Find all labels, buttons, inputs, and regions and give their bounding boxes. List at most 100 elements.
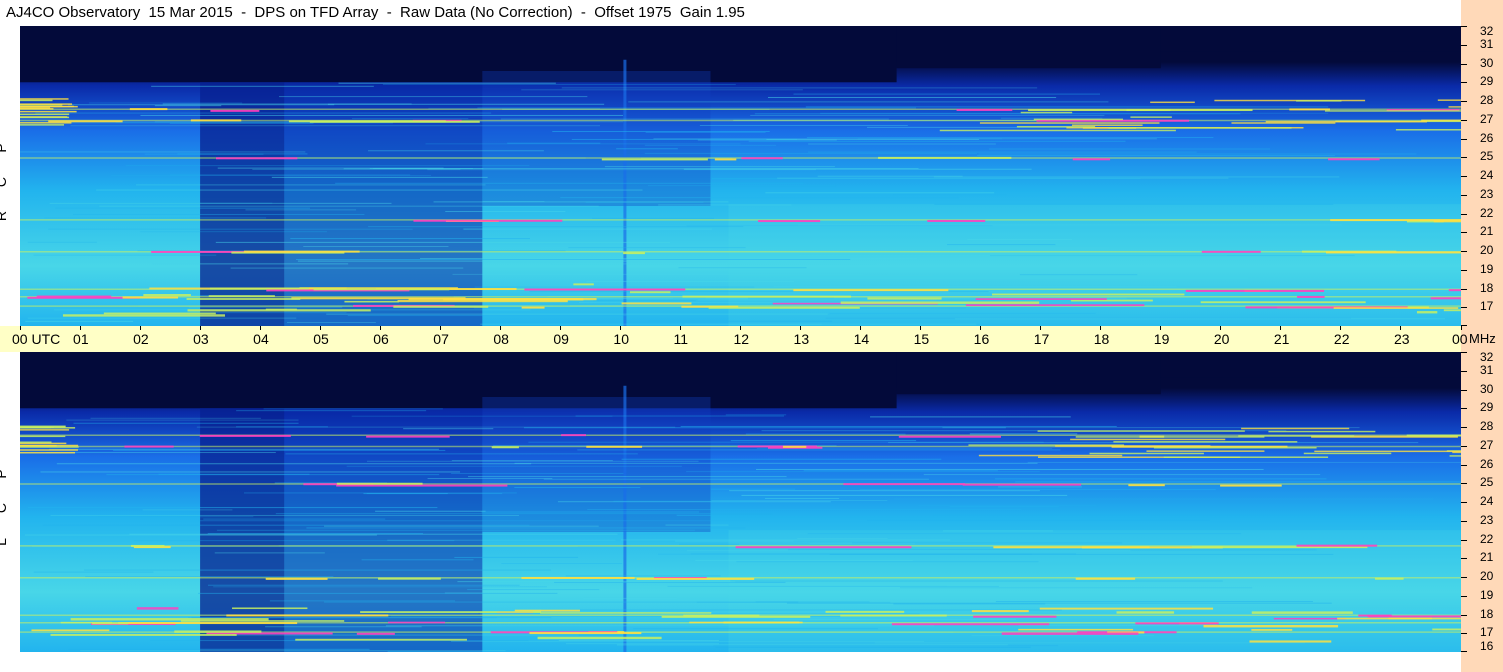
noise-line bbox=[729, 490, 1040, 492]
interference-segment bbox=[793, 289, 949, 292]
interference-segment bbox=[1220, 484, 1282, 487]
time-tick-label: 02 bbox=[133, 331, 149, 347]
noise-line bbox=[295, 258, 851, 260]
noise-line bbox=[808, 151, 1197, 153]
frequency-tick-label: 22 bbox=[1480, 205, 1494, 220]
interference-segment bbox=[529, 632, 642, 635]
frequency-tick bbox=[1461, 408, 1467, 410]
noise-line bbox=[558, 640, 720, 642]
noise-line bbox=[686, 550, 1131, 552]
frequency-tick-label: 24 bbox=[1480, 494, 1494, 508]
interference-segment bbox=[36, 295, 112, 298]
lcp-spectrogram-plot bbox=[20, 352, 1461, 652]
noise-line bbox=[1015, 481, 1461, 483]
time-tick-label: 09 bbox=[553, 331, 569, 347]
frequency-tick-label: 27 bbox=[1480, 111, 1494, 126]
noise-line bbox=[463, 228, 712, 230]
interference-segment bbox=[962, 483, 1082, 486]
noise-line bbox=[870, 416, 1071, 418]
interference-segment bbox=[136, 607, 179, 610]
interference-segment bbox=[1406, 434, 1461, 437]
interference-segment bbox=[118, 622, 298, 625]
time-tick bbox=[379, 326, 381, 330]
time-tick-label: 17 bbox=[1033, 331, 1050, 347]
frequency-tick bbox=[1461, 307, 1467, 309]
interference-segment bbox=[1163, 456, 1329, 458]
noise-line bbox=[874, 642, 1305, 644]
interference-segment bbox=[20, 99, 53, 102]
interference-segment bbox=[20, 429, 70, 431]
noise-line bbox=[279, 96, 588, 98]
interference-segment bbox=[741, 157, 783, 160]
interference-line bbox=[20, 219, 1461, 221]
interference-segment bbox=[1303, 452, 1392, 455]
interference-segment bbox=[1033, 118, 1124, 121]
noise-line bbox=[44, 217, 267, 219]
noise-line bbox=[711, 499, 888, 501]
noise-line bbox=[445, 210, 566, 212]
interference-segment bbox=[180, 620, 345, 622]
interference-segment bbox=[243, 250, 360, 253]
rcp-spectrogram-plot bbox=[20, 26, 1461, 326]
noise-line bbox=[587, 509, 1022, 511]
noise-line bbox=[523, 427, 1006, 429]
interference-segment bbox=[378, 577, 441, 580]
interference-segment bbox=[1432, 628, 1461, 631]
interference-segment bbox=[174, 630, 262, 633]
interference-segment bbox=[1268, 430, 1376, 433]
noise-line bbox=[803, 470, 998, 472]
noise-line bbox=[658, 553, 1033, 555]
interference-line bbox=[20, 483, 1461, 485]
noise-line bbox=[565, 643, 720, 645]
noise-line bbox=[73, 213, 365, 215]
vertical-burst bbox=[623, 59, 627, 326]
time-tick-label: 04 bbox=[253, 331, 269, 347]
interference-segment bbox=[1055, 445, 1211, 447]
interference-segment bbox=[309, 120, 480, 123]
interference-segment bbox=[971, 610, 1029, 613]
noise-line bbox=[957, 247, 1110, 249]
interference-segment bbox=[939, 129, 1176, 132]
interference-segment bbox=[979, 122, 1160, 124]
interference-segment bbox=[561, 434, 586, 437]
interference-segment bbox=[682, 295, 851, 298]
noise-line bbox=[99, 205, 599, 207]
interference-segment bbox=[689, 621, 803, 624]
noise-line bbox=[451, 473, 624, 475]
noise-line bbox=[644, 144, 777, 146]
noise-line bbox=[326, 313, 828, 315]
interference-segment bbox=[216, 157, 298, 160]
noise-line bbox=[857, 178, 1007, 180]
noise-line bbox=[500, 118, 889, 120]
interference-segment bbox=[336, 484, 508, 487]
interference-segment bbox=[48, 120, 123, 123]
time-tick-label: 14 bbox=[853, 331, 870, 347]
interference-segment bbox=[199, 434, 291, 437]
frequency-tick-label: 26 bbox=[1480, 130, 1494, 145]
frequency-tick-label: 25 bbox=[1480, 475, 1494, 490]
time-tick-label: 13 bbox=[793, 331, 810, 347]
dark-upper-band bbox=[20, 352, 897, 409]
noise-line bbox=[236, 410, 427, 412]
interference-segment bbox=[190, 119, 242, 122]
noise-line bbox=[977, 155, 1335, 157]
frequency-tick-label: 21 bbox=[1480, 224, 1494, 239]
interference-segment bbox=[210, 109, 260, 112]
noise-line bbox=[699, 125, 908, 127]
noise-line bbox=[551, 263, 876, 265]
noise-line bbox=[269, 600, 455, 602]
interference-segment bbox=[965, 304, 1145, 307]
interference-segment bbox=[1249, 640, 1332, 643]
frequency-tick bbox=[1461, 251, 1467, 252]
noise-line bbox=[42, 524, 530, 526]
noise-line bbox=[232, 634, 579, 636]
noise-line bbox=[730, 580, 1223, 582]
interference-segment bbox=[1437, 99, 1461, 101]
noise-line bbox=[947, 585, 1096, 587]
title-bar: AJ4CO Observatory 15 Mar 2015 - DPS on T… bbox=[0, 0, 1461, 26]
time-tick-label: 18 bbox=[1093, 331, 1110, 347]
interference-segment bbox=[1200, 301, 1366, 304]
noise-line bbox=[85, 576, 334, 578]
time-tick bbox=[319, 326, 321, 330]
interference-segment bbox=[491, 446, 519, 449]
